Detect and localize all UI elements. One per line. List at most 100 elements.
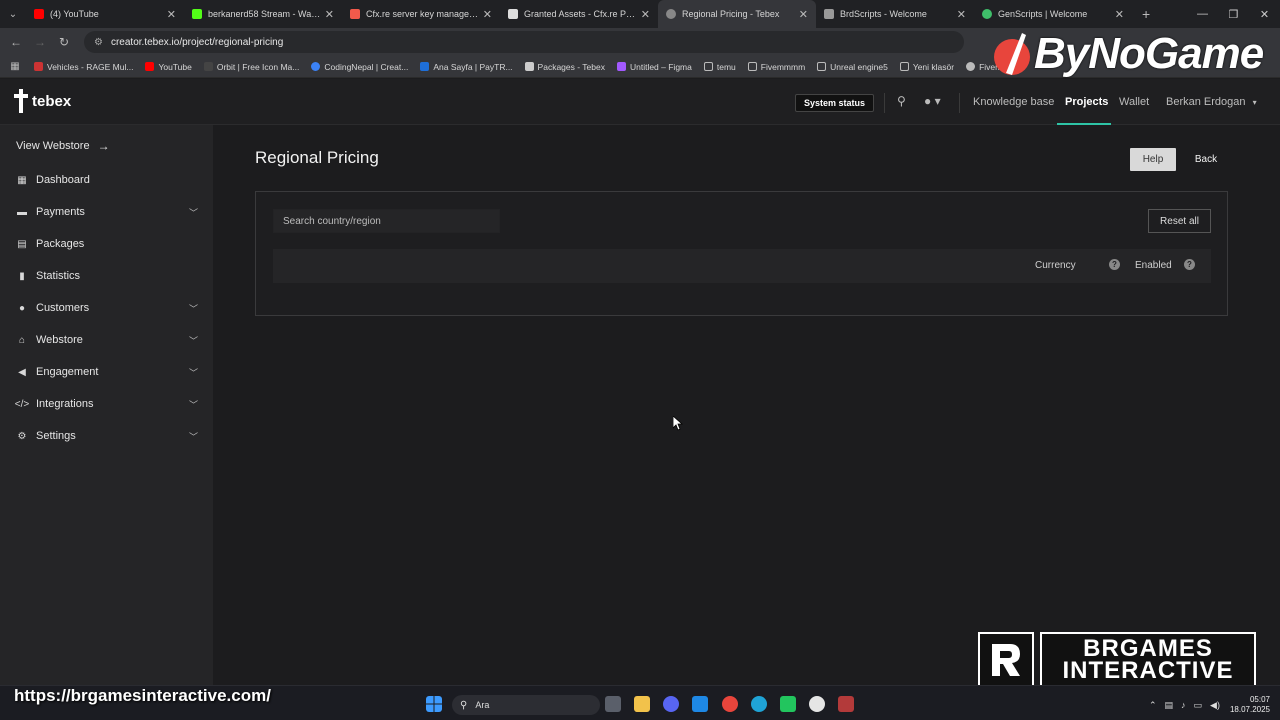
maximize-icon[interactable]: ❐ xyxy=(1218,0,1249,28)
currency-help-icon[interactable]: ? xyxy=(1109,259,1120,270)
url-input[interactable]: ⚙ creator.tebex.io/project/regional-pric… xyxy=(84,31,964,53)
page-favicon-icon xyxy=(824,9,834,19)
wallet-link[interactable]: Wallet xyxy=(1119,96,1149,108)
winrar-icon[interactable] xyxy=(838,696,854,712)
discord-icon[interactable] xyxy=(663,696,679,712)
page-title: Regional Pricing xyxy=(255,148,379,167)
search-country-input[interactable]: Search country/region xyxy=(273,209,500,233)
close-icon[interactable]: ✕ xyxy=(641,8,650,21)
bookmark-favicon-icon xyxy=(203,62,213,71)
tab-label: (4) YouTube xyxy=(50,9,99,19)
browser-tab[interactable]: GenScripts | Welcome ✕ xyxy=(974,0,1132,28)
edge-icon[interactable] xyxy=(751,696,767,712)
back-button[interactable]: Back xyxy=(1188,148,1224,171)
close-window-icon[interactable]: ✕ xyxy=(1249,0,1280,28)
taskbar-search-input[interactable]: ⚲ Ara xyxy=(452,695,600,715)
sidebar-item-packages[interactable]: ▤ Packages xyxy=(16,234,198,254)
microphone-icon[interactable]: ♪ xyxy=(1181,700,1186,710)
knowledge-base-link[interactable]: Knowledge base xyxy=(973,96,1054,108)
browser-tab[interactable]: berkanerd58 Stream - Watch Li ✕ xyxy=(184,0,342,28)
search-icon[interactable]: ⚲ xyxy=(897,94,906,108)
bookmark-item[interactable]: Ana Sayfa | PayTR... xyxy=(420,62,513,72)
sidebar-item-payments[interactable]: ▬ Payments ﹀ xyxy=(16,202,198,222)
bookmark-folder[interactable]: Yeni klasör xyxy=(899,62,954,72)
close-icon[interactable]: ✕ xyxy=(325,8,334,21)
volume-icon[interactable]: ◀) xyxy=(1210,700,1220,711)
cfx-favicon-icon xyxy=(350,9,360,19)
packages-icon: ▤ xyxy=(17,238,27,250)
regional-pricing-panel: Search country/region Reset all Currency… xyxy=(255,191,1228,316)
bookmark-folder[interactable]: temu xyxy=(703,62,736,72)
close-icon[interactable]: ✕ xyxy=(957,8,966,21)
browser-tab[interactable]: Granted Assets - Cfx.re Portal ✕ xyxy=(500,0,658,28)
close-icon[interactable]: ✕ xyxy=(799,8,808,21)
enabled-help-icon[interactable]: ? xyxy=(1184,259,1195,270)
sidebar-item-statistics[interactable]: ▮ Statistics xyxy=(16,266,198,286)
view-webstore-link[interactable]: View Webstore → xyxy=(16,139,110,153)
file-explorer-icon[interactable] xyxy=(634,696,650,712)
bookmark-folder[interactable]: Fivemmmm xyxy=(747,62,805,72)
browser-tab[interactable]: Cfx.re server key management ✕ xyxy=(342,0,500,28)
sidebar: View Webstore → ▦ Dashboard ▬ Payments ﹀… xyxy=(0,125,213,685)
unreal-engine-icon[interactable] xyxy=(809,696,825,712)
app-icon[interactable] xyxy=(780,696,796,712)
network-icon[interactable]: ▤ xyxy=(1165,700,1174,711)
sidebar-item-dashboard[interactable]: ▦ Dashboard xyxy=(16,170,198,190)
bynogame-logo-icon xyxy=(994,33,1030,75)
help-button[interactable]: Help xyxy=(1130,148,1176,171)
vscode-icon[interactable] xyxy=(692,696,708,712)
tebex-logo-icon xyxy=(14,89,28,113)
tab-search-button[interactable]: ⌄ xyxy=(0,0,26,28)
sidebar-item-webstore[interactable]: ⌂ Webstore ﹀ xyxy=(16,330,198,350)
windows-start-icon[interactable] xyxy=(426,696,442,712)
bynogame-text: ByNoGame xyxy=(1034,29,1264,78)
integrations-icon: </> xyxy=(14,398,30,410)
chrome-icon[interactable] xyxy=(722,696,738,712)
tab-label: Regional Pricing - Tebex xyxy=(682,9,780,19)
clock[interactable]: 05:07 18.07.2025 xyxy=(1230,695,1270,715)
sidebar-item-customers[interactable]: ● Customers ﹀ xyxy=(16,298,198,318)
system-status-button[interactable]: System status xyxy=(795,94,875,112)
system-tray: ⌃ ▤ ♪ ▭ ◀) 05:07 18.07.2025 xyxy=(1141,695,1270,715)
display-icon[interactable]: ▭ xyxy=(1194,700,1203,711)
user-menu[interactable]: Berkan Erdogan ▾ xyxy=(1166,96,1257,108)
reset-all-button[interactable]: Reset all xyxy=(1148,209,1211,233)
sidebar-item-integrations[interactable]: </> Integrations ﹀ xyxy=(14,394,198,414)
tebex-logo[interactable]: tebex xyxy=(14,89,71,113)
back-arrow-icon[interactable]: ← xyxy=(4,35,28,49)
promo-url-text: https://brgamesinteractive.com/ xyxy=(14,686,271,705)
help-menu-icon[interactable]: ● ▾ xyxy=(924,94,941,108)
bookmark-item[interactable]: Packages - Tebex xyxy=(524,62,605,72)
payments-icon: ▬ xyxy=(17,206,27,218)
browser-tab[interactable]: (4) YouTube ✕ xyxy=(26,0,184,28)
projects-link[interactable]: Projects xyxy=(1065,96,1108,108)
chevron-up-icon[interactable]: ⌃ xyxy=(1149,700,1157,711)
browser-tab[interactable]: BrdScripts - Welcome ✕ xyxy=(816,0,974,28)
bookmark-item[interactable]: Orbit | Free Icon Ma... xyxy=(203,62,299,72)
apps-grid-icon[interactable]: ▦ xyxy=(0,61,30,72)
windows-taskbar: https://brgamesinteractive.com/ ⚲ Ara ⌃ … xyxy=(0,685,1280,720)
browser-tab-active[interactable]: Regional Pricing - Tebex ✕ xyxy=(658,0,816,28)
close-icon[interactable]: ✕ xyxy=(167,8,176,21)
sidebar-item-settings[interactable]: ⚙ Settings ﹀ xyxy=(16,426,198,446)
close-icon[interactable]: ✕ xyxy=(1115,8,1124,21)
close-icon[interactable]: ✕ xyxy=(483,8,492,21)
customers-icon: ● xyxy=(18,302,26,314)
bookmark-favicon-icon xyxy=(966,62,976,71)
chevron-down-icon: ﹀ xyxy=(188,367,198,378)
chevron-down-icon: ﹀ xyxy=(188,399,198,410)
bookmark-item[interactable]: Untitled – Figma xyxy=(616,62,692,72)
bookmark-item[interactable]: CodingNepal | Creat... xyxy=(311,62,408,72)
new-tab-icon[interactable]: + xyxy=(1142,6,1150,22)
brgames-watermark: BRGAMES INTERACTIVE xyxy=(978,632,1256,688)
sidebar-item-engagement[interactable]: ◀ Engagement ﹀ xyxy=(16,362,198,382)
bookmark-item[interactable]: YouTube xyxy=(145,62,192,72)
task-view-icon[interactable] xyxy=(605,696,621,712)
bookmark-folder[interactable]: Unreal engine5 xyxy=(817,62,888,72)
figma-favicon-icon xyxy=(616,62,626,71)
site-info-icon[interactable]: ⚙ xyxy=(94,37,103,48)
forward-arrow-icon[interactable]: → xyxy=(28,35,52,49)
reload-icon[interactable]: ↻ xyxy=(52,35,76,49)
bookmark-item[interactable]: Vehicles - RAGE Mul... xyxy=(34,62,133,72)
minimize-icon[interactable]: — xyxy=(1187,0,1218,28)
